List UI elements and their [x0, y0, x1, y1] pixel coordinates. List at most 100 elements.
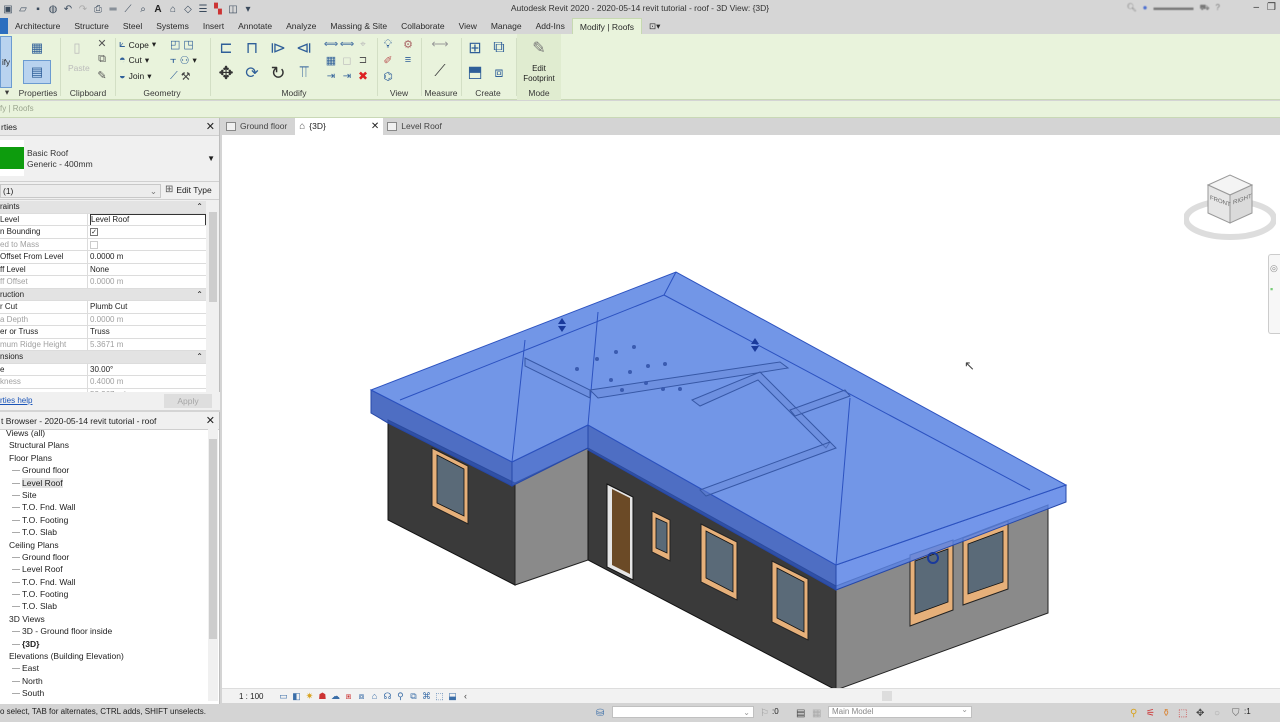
property-value[interactable]: ✓: [88, 226, 206, 238]
temporary-properties-icon[interactable]: ⌘: [421, 691, 431, 701]
browser-scrollbar[interactable]: [208, 429, 218, 701]
mirror-axis-icon[interactable]: ⧐: [266, 37, 290, 59]
browser-item[interactable]: Level Roof: [0, 477, 207, 489]
visual-style-icon[interactable]: ◧: [291, 691, 301, 701]
lock-view-icon[interactable]: ⌂: [369, 691, 379, 701]
reveal-hidden-icon[interactable]: ⚲: [395, 691, 405, 701]
array-icon[interactable]: ▦: [324, 53, 338, 67]
tab-add-ins[interactable]: Add-Ins: [529, 18, 572, 34]
checkbox[interactable]: ✓: [90, 228, 98, 236]
browser-item[interactable]: T.O. Fnd. Wall: [0, 576, 207, 588]
browser-item[interactable]: Views (all): [0, 427, 207, 439]
chevron-down-icon[interactable]: ▼: [207, 154, 215, 163]
property-group[interactable]: raints ⌃: [0, 201, 206, 214]
browser-item[interactable]: T.O. Slab: [0, 600, 207, 612]
browser-item[interactable]: T.O. Slab: [0, 526, 207, 538]
property-group[interactable]: ruction ⌃: [0, 288, 206, 301]
minimize-icon[interactable]: –: [1253, 2, 1259, 13]
property-input[interactable]: Level Roof: [90, 213, 206, 225]
show-crop-icon[interactable]: ⧇: [356, 691, 366, 701]
detail-level-icon[interactable]: ▭: [278, 691, 288, 701]
paste-icon[interactable]: ▯: [66, 37, 88, 59]
tab-file[interactable]: [0, 18, 8, 34]
filter-icon[interactable]: ⌬: [380, 69, 396, 83]
horizontal-scrollbar[interactable]: [882, 691, 892, 701]
edit-type-button[interactable]: ⊞ Edit Type: [165, 184, 212, 195]
property-value[interactable]: 30.00°: [88, 364, 206, 376]
property-value[interactable]: Truss: [88, 326, 206, 338]
tab-manage[interactable]: Manage: [484, 18, 529, 34]
measure-between-icon[interactable]: ⟷: [426, 37, 454, 51]
type-selector[interactable]: Basic Roof Generic - 400mm ▼: [0, 136, 219, 182]
view-tab-level-roof[interactable]: Level Roof: [383, 118, 450, 135]
browser-item[interactable]: T.O. Fnd. Wall: [0, 501, 207, 513]
view-tab-3d[interactable]: ⌂ {3D} ✕: [295, 118, 384, 135]
property-group[interactable]: nsions ⌃: [0, 351, 206, 364]
cope-button[interactable]: ⟀ Cope ▾: [119, 38, 156, 51]
tab-steel[interactable]: Steel: [116, 18, 149, 34]
tab-structure[interactable]: Structure: [67, 18, 116, 34]
beam-join-button[interactable]: ⫟ ⚇ ▾: [170, 54, 197, 67]
property-value[interactable]: Level Roof: [88, 213, 206, 225]
scale-icon[interactable]: ◻: [340, 53, 354, 67]
cart-icon[interactable]: ⛟: [1199, 3, 1209, 13]
navigation-bar[interactable]: ◎ ▪: [1268, 254, 1280, 334]
tab-modify-roofs[interactable]: Modify | Roofs: [571, 18, 643, 34]
browser-item[interactable]: 3D - Ground floor inside: [0, 625, 207, 637]
offset-icon[interactable]: ⊓: [240, 37, 264, 59]
close-icon[interactable]: ✕: [206, 118, 215, 136]
property-value[interactable]: Plumb Cut: [88, 301, 206, 313]
help-icon[interactable]: ?: [1216, 3, 1220, 13]
steering-wheel-icon[interactable]: ◎: [1270, 263, 1280, 274]
browser-item[interactable]: Ground floor: [0, 464, 207, 476]
properties-icon[interactable]: ▤: [23, 60, 51, 84]
collapse-icon[interactable]: ⌃: [196, 289, 203, 301]
sun-path-icon[interactable]: ✷: [304, 691, 314, 701]
collapse-icon[interactable]: ⌃: [196, 351, 203, 363]
browser-item[interactable]: 3D Views: [0, 613, 207, 625]
zoom-icon[interactable]: ▪: [1270, 284, 1280, 294]
pin-icon[interactable]: ⊐: [356, 53, 370, 67]
restore-icon[interactable]: ❐: [1267, 2, 1276, 13]
wall-joins-button[interactable]: ◰ ◳: [170, 38, 194, 51]
scrollbar-thumb[interactable]: [209, 439, 217, 639]
3d-view-canvas[interactable]: FRONT RIGHT: [222, 135, 1280, 691]
close-tab-icon[interactable]: ✕: [371, 118, 379, 135]
tab-architecture[interactable]: Architecture: [8, 18, 67, 34]
browser-item[interactable]: North: [0, 675, 207, 687]
match-type-icon[interactable]: ✎: [96, 69, 108, 82]
property-value[interactable]: 0.0000 m: [88, 251, 206, 263]
browser-item[interactable]: Site: [0, 489, 207, 501]
property-value[interactable]: None: [88, 264, 206, 276]
temporary-hide-icon[interactable]: ☊: [382, 691, 392, 701]
tab-massing-site[interactable]: Massing & Site: [323, 18, 394, 34]
browser-item[interactable]: {3D}: [0, 638, 207, 650]
tab-systems[interactable]: Systems: [149, 18, 196, 34]
browser-item[interactable]: T.O. Footing: [0, 588, 207, 600]
rotate-icon[interactable]: ↻: [266, 61, 290, 85]
split-icon[interactable]: ⟺: [324, 37, 338, 51]
cut-clipboard-icon[interactable]: ✕: [96, 37, 108, 50]
close-icon[interactable]: ✕: [206, 412, 215, 430]
properties-help-link[interactable]: rties help: [0, 396, 32, 405]
collapse-icon[interactable]: ‹: [460, 691, 470, 701]
apply-button[interactable]: Apply: [164, 394, 212, 408]
tab-collaborate[interactable]: Collaborate: [394, 18, 451, 34]
browser-item[interactable]: Floor Plans: [0, 452, 207, 464]
tab-insert[interactable]: Insert: [196, 18, 231, 34]
paste-button[interactable]: Paste: [68, 63, 90, 73]
tab-annotate[interactable]: Annotate: [231, 18, 279, 34]
delete-icon[interactable]: ✖: [356, 69, 370, 83]
create-assembly-icon[interactable]: ⬒: [464, 61, 486, 83]
linework-icon[interactable]: ✐: [380, 53, 396, 67]
move-icon[interactable]: ✥: [214, 61, 238, 85]
workset-select[interactable]: ⌄: [612, 706, 754, 718]
rendering-icon[interactable]: ☁: [330, 691, 340, 701]
browser-item[interactable]: T.O. Footing: [0, 514, 207, 526]
trim-extend-icon[interactable]: ⫪: [292, 61, 316, 85]
aligned-dimension-icon[interactable]: ⟋: [426, 60, 454, 84]
paint-button[interactable]: ⟋ ⚒: [170, 70, 191, 83]
constraints-icon[interactable]: ⬓: [447, 691, 457, 701]
trim-single-icon[interactable]: ⇥: [324, 69, 338, 83]
shadows-icon[interactable]: ☗: [317, 691, 327, 701]
